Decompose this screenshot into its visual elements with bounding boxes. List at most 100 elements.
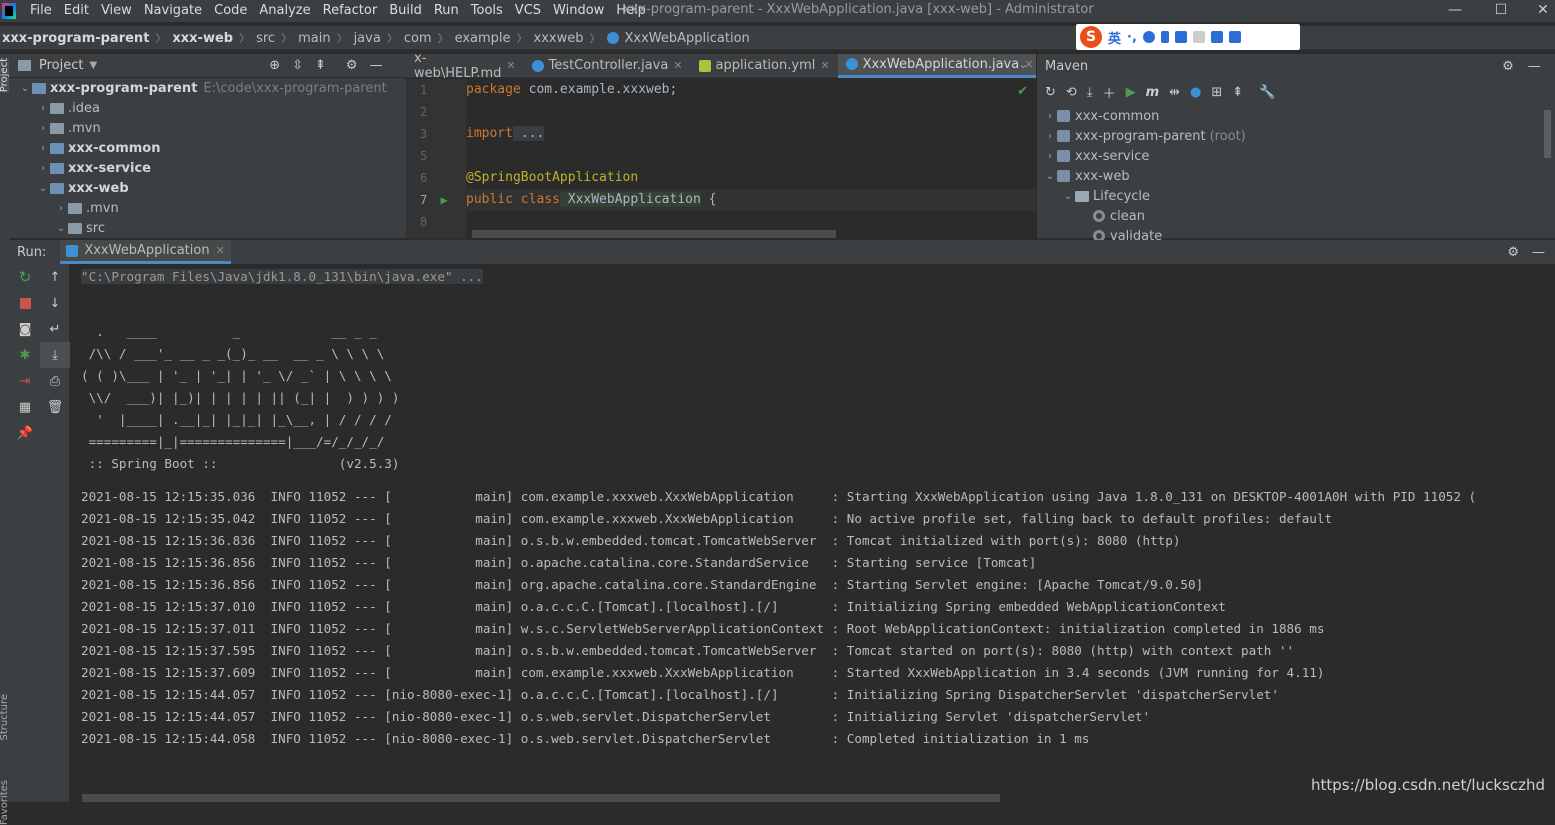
stop-icon[interactable]: [10, 290, 40, 316]
chevron-down-icon[interactable]: ⌄: [36, 183, 50, 194]
folded-imports[interactable]: ...: [512, 126, 545, 141]
chevron-right-icon[interactable]: ›: [36, 123, 50, 134]
trash-icon[interactable]: 🗑: [40, 394, 70, 420]
breadcrumb-item[interactable]: example: [455, 31, 511, 46]
editor-tab[interactable]: TestController.java ✕: [524, 54, 691, 78]
editor-hscrollbar[interactable]: [472, 230, 836, 238]
menu-item-analyze[interactable]: Analyze: [253, 2, 316, 20]
tabs-dropdown-icon[interactable]: ⌄: [1019, 58, 1028, 71]
tree-node[interactable]: ⌄ xxx-web: [10, 178, 406, 198]
menu-item-build[interactable]: Build: [383, 2, 428, 20]
camera-icon[interactable]: ◙: [10, 316, 40, 342]
minimize-button[interactable]: —: [1432, 0, 1478, 22]
chevron-right-icon[interactable]: ›: [36, 103, 50, 114]
chevron-down-icon[interactable]: ⌄: [54, 223, 68, 234]
maven-node[interactable]: › xxx-common: [1037, 106, 1555, 126]
menu-item-view[interactable]: View: [95, 2, 138, 20]
menu-item-navigate[interactable]: Navigate: [138, 2, 208, 20]
close-tab-icon[interactable]: ✕: [673, 59, 682, 72]
expand-all-icon[interactable]: ⇳: [292, 58, 303, 73]
breadcrumb-item[interactable]: src: [256, 31, 275, 46]
down-arrow-icon[interactable]: ↓: [40, 290, 70, 316]
menu-item-tools[interactable]: Tools: [465, 2, 509, 20]
maven-node[interactable]: › xxx-program-parent (root): [1037, 126, 1555, 146]
exit-icon[interactable]: ⇥: [10, 368, 40, 394]
toolbox-icon[interactable]: [1228, 31, 1241, 43]
project-view-select[interactable]: Project: [39, 58, 83, 73]
chevron-right-icon[interactable]: ›: [54, 203, 68, 214]
editor-tab[interactable]: XxxWebApplication.java ✕: [837, 53, 1042, 78]
debug-icon[interactable]: ✱: [10, 342, 40, 368]
run-gutter-icon[interactable]: ▶: [440, 193, 447, 207]
menu-item-vcs[interactable]: VCS: [509, 2, 547, 20]
close-tab-icon[interactable]: ✕: [506, 59, 515, 72]
menu-item-edit[interactable]: Edit: [58, 2, 95, 20]
breadcrumb-item[interactable]: xxxweb: [534, 31, 584, 46]
breadcrumb-item[interactable]: com: [404, 31, 432, 46]
collapse-all-icon[interactable]: ⇞: [1232, 85, 1243, 100]
run-tab[interactable]: XxxWebApplication ✕: [60, 240, 231, 264]
collapse-all-icon[interactable]: ⇞: [315, 58, 326, 73]
editor-tab[interactable]: application.yml ✕: [691, 54, 838, 78]
maximize-button[interactable]: ☐: [1478, 0, 1524, 22]
structure-tool-tab[interactable]: Structure: [0, 694, 10, 741]
download-icon[interactable]: ⤓: [1087, 85, 1093, 100]
ime-mode-label[interactable]: 英: [1108, 28, 1121, 47]
locate-icon[interactable]: ⊕: [269, 58, 280, 73]
print-icon[interactable]: ⎙: [40, 368, 70, 394]
maven-scrollbar[interactable]: [1544, 110, 1551, 158]
toggle-offline-icon[interactable]: ⇹: [1169, 85, 1180, 100]
chevron-right-icon[interactable]: ›: [36, 143, 50, 154]
run-icon[interactable]: ▶: [1126, 85, 1136, 100]
close-tab-icon[interactable]: ✕: [820, 59, 829, 72]
user-icon[interactable]: [1192, 31, 1205, 43]
chevron-down-icon[interactable]: ⌄: [1043, 171, 1057, 182]
hide-icon[interactable]: —: [370, 58, 383, 73]
project-tool-tab[interactable]: Project: [0, 58, 10, 93]
breadcrumb-item[interactable]: main: [298, 31, 330, 46]
add-icon[interactable]: ＋: [1103, 83, 1116, 102]
maven-node[interactable]: ⌄ Lifecycle: [1037, 186, 1555, 206]
tree-node[interactable]: › .mvn: [10, 118, 406, 138]
keyboard-icon[interactable]: [1174, 31, 1187, 43]
editor-tab[interactable]: x-web\HELP.md ✕: [406, 51, 524, 81]
skin-icon[interactable]: [1210, 31, 1223, 43]
tree-node[interactable]: › .idea: [10, 98, 406, 118]
chevron-down-icon[interactable]: ⌄: [1061, 191, 1075, 202]
generate-sources-icon[interactable]: ⟲: [1066, 85, 1077, 100]
console-output[interactable]: "C:\Program Files\Java\jdk1.8.0_131\bin\…: [70, 264, 1555, 802]
chevron-right-icon[interactable]: ›: [1043, 131, 1057, 142]
tree-node[interactable]: › xxx-common: [10, 138, 406, 158]
hide-icon[interactable]: —: [1532, 245, 1545, 260]
chevron-down-icon[interactable]: ▼: [89, 60, 97, 71]
maven-node[interactable]: clean: [1037, 206, 1555, 226]
hide-icon[interactable]: —: [1528, 59, 1541, 74]
show-dependencies-icon[interactable]: ⊞: [1211, 85, 1222, 100]
breadcrumb-item[interactable]: java: [354, 31, 381, 46]
chevron-right-icon[interactable]: ›: [1043, 111, 1057, 122]
scroll-to-end-icon[interactable]: ⤓: [40, 342, 70, 368]
soft-wrap-icon[interactable]: ↵: [40, 316, 70, 342]
breadcrumb-item[interactable]: xxx-program-parent: [2, 31, 149, 46]
gear-icon[interactable]: ⚙: [1502, 59, 1514, 74]
menu-item-refactor[interactable]: Refactor: [317, 2, 384, 20]
tree-node[interactable]: › xxx-service: [10, 158, 406, 178]
menu-item-window[interactable]: Window: [547, 2, 610, 20]
ime-punct-label[interactable]: ·,: [1127, 30, 1137, 45]
menu-item-code[interactable]: Code: [208, 2, 253, 20]
reload-icon[interactable]: ↻: [1045, 85, 1056, 100]
rerun-icon[interactable]: ↻: [10, 264, 40, 290]
tree-node[interactable]: ⌄ xxx-program-parent E:\code\xxx-program-p…: [10, 78, 406, 98]
layout-icon[interactable]: ▦: [10, 394, 40, 420]
execute-goal-icon[interactable]: m: [1146, 85, 1160, 100]
gear-icon[interactable]: ⚙: [1507, 245, 1519, 260]
close-button[interactable]: ✕: [1520, 0, 1555, 22]
tree-node[interactable]: ⌄ src: [10, 218, 406, 238]
pin-icon[interactable]: 📌: [10, 420, 40, 446]
close-tab-icon[interactable]: ✕: [216, 244, 225, 257]
chevron-down-icon[interactable]: ⌄: [18, 83, 32, 94]
breadcrumb-item[interactable]: XxxWebApplication: [625, 31, 750, 46]
skip-tests-icon[interactable]: ●: [1190, 85, 1201, 100]
menu-item-run[interactable]: Run: [428, 2, 465, 20]
emoji-icon[interactable]: [1142, 31, 1155, 43]
